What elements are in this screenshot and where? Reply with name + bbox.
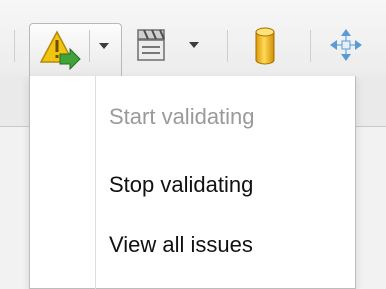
toolbar-separator bbox=[227, 30, 228, 62]
toolbar-separator bbox=[14, 30, 15, 62]
chevron-down-icon[interactable] bbox=[189, 42, 199, 48]
chevron-down-icon[interactable] bbox=[99, 43, 109, 49]
validation-button-group[interactable] bbox=[29, 23, 122, 76]
toolbar-separator bbox=[310, 30, 311, 62]
toolbar bbox=[0, 0, 386, 76]
film-clapper-icon[interactable] bbox=[135, 27, 167, 63]
menu-gutter bbox=[95, 76, 96, 289]
button-divider bbox=[89, 30, 90, 62]
database-cylinder-icon[interactable] bbox=[254, 26, 276, 66]
move-arrows-icon[interactable] bbox=[329, 28, 363, 62]
validation-dropdown-menu: Start validating Stop validating View al… bbox=[29, 76, 356, 289]
menu-item-stop-validating[interactable]: Stop validating bbox=[109, 168, 253, 202]
menu-item-view-all-issues[interactable]: View all issues bbox=[109, 228, 253, 262]
warning-triangle-arrow-icon[interactable] bbox=[40, 28, 82, 70]
menu-item-start-validating: Start validating bbox=[109, 104, 255, 129]
